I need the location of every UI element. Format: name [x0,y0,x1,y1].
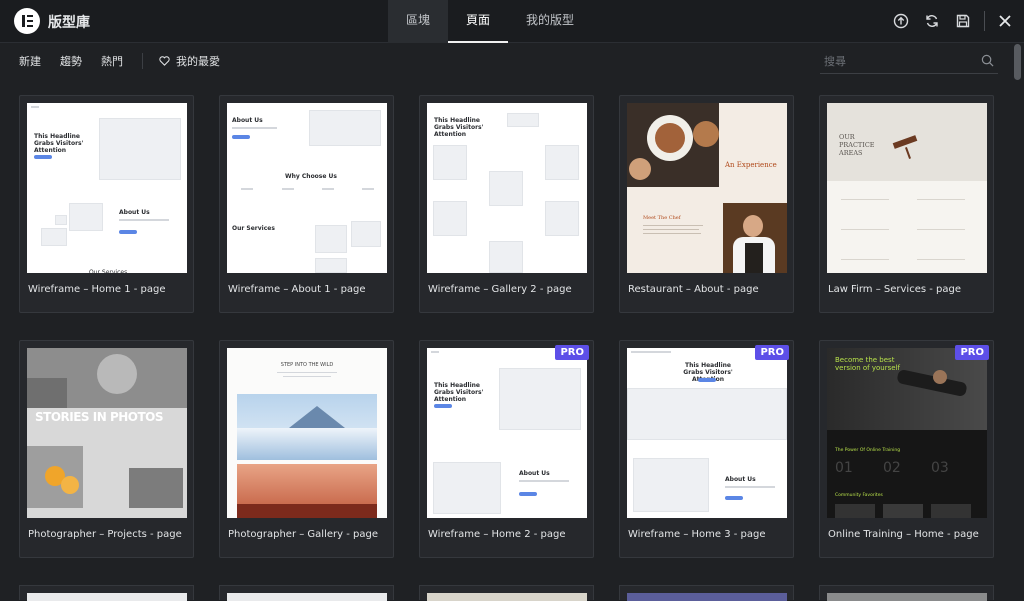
template-thumbnail: This Headline Grabs Visitors' Attention … [627,348,787,518]
template-title: Restaurant – About - page [628,284,759,295]
template-title: Photographer – Gallery - page [228,529,378,540]
search-box [820,50,998,74]
template-card-peek[interactable] [819,585,994,601]
template-card-peek[interactable] [219,585,394,601]
template-thumbnail: This Headline Grabs Visitors' Attention … [427,348,587,518]
template-title: Online Training – Home - page [828,529,979,540]
elementor-logo-icon [14,8,40,34]
pro-badge: PRO [955,345,989,360]
template-thumbnail: OUR PRACTICE AREAS [827,103,987,273]
tab-my-templates[interactable]: 我的版型 [508,0,592,43]
template-card-peek[interactable] [419,585,594,601]
filter-divider [142,53,143,69]
template-thumbnail: An Experience Meet The Chef [627,103,787,273]
upload-icon[interactable] [890,10,912,32]
template-card[interactable]: PRO This Headline Grabs Visitors' Attent… [419,340,594,558]
template-card[interactable]: PRO Become the best version of yourself … [819,340,994,558]
filter-trending[interactable]: 趨勢 [60,53,82,69]
pro-badge: PRO [755,345,789,360]
template-card[interactable]: This Headline Grabs Visitors' Attention … [19,95,194,313]
filter-new[interactable]: 新建 [19,53,41,69]
scrollbar[interactable] [1012,44,1022,600]
tab-blocks[interactable]: 區塊 [388,0,449,43]
template-card[interactable]: STEP INTO THE WILD Photographer – Galler… [219,340,394,558]
template-title: Wireframe – Home 2 - page [428,529,566,540]
template-thumbnail: Become the best version of yourself The … [827,348,987,518]
pro-badge: PRO [555,345,589,360]
top-bar: 版型庫 區塊 頁面 我的版型 [0,0,1024,43]
template-title: Law Firm – Services - page [828,284,962,295]
template-thumbnail: This Headline Grabs Visitors' Attention … [27,103,187,273]
template-thumbnail: This Headline Grabs Visitors' Attention [427,103,587,273]
template-card[interactable]: PRO This Headline Grabs Visitors' Attent… [619,340,794,558]
template-card[interactable]: STORIES IN PHOTOS Photographer – Project… [19,340,194,558]
template-card[interactable]: OUR PRACTICE AREAS Law Firm – Services -… [819,95,994,313]
template-card-peek[interactable] [619,585,794,601]
template-card-peek[interactable] [19,585,194,601]
library-title: 版型庫 [48,15,90,31]
header-divider [984,11,985,31]
search-input[interactable] [820,50,970,73]
save-icon[interactable] [952,10,974,32]
filter-bar: 新建 趨勢 熱門 我的最愛 [0,43,1010,79]
filter-popular[interactable]: 熱門 [101,53,123,69]
template-title: Wireframe – About 1 - page [228,284,366,295]
template-card[interactable]: About Us Why Choose Us Our Services Wire… [219,95,394,313]
template-thumbnail: About Us Why Choose Us Our Services [227,103,387,273]
favorites-label: 我的最愛 [176,55,220,68]
template-title: Wireframe – Home 1 - page [28,284,166,295]
template-card[interactable]: This Headline Grabs Visitors' Attention … [419,95,594,313]
tab-pages[interactable]: 頁面 [448,0,509,43]
library-tabs: 區塊 頁面 我的版型 [388,0,592,43]
heart-icon [159,56,170,66]
template-thumbnail: STEP INTO THE WILD [227,348,387,518]
sync-icon[interactable] [921,10,943,32]
template-title: Wireframe – Home 3 - page [628,529,766,540]
template-title: Photographer – Projects - page [28,529,182,540]
filter-favorites[interactable]: 我的最愛 [159,53,220,69]
scrollbar-thumb[interactable] [1014,44,1021,80]
template-thumbnail: STORIES IN PHOTOS [27,348,187,518]
search-icon[interactable] [981,54,994,67]
header-actions [881,10,1016,32]
template-title: Wireframe – Gallery 2 - page [428,284,572,295]
template-card[interactable]: An Experience Meet The Chef Restaurant –… [619,95,794,313]
close-icon[interactable] [994,10,1016,32]
